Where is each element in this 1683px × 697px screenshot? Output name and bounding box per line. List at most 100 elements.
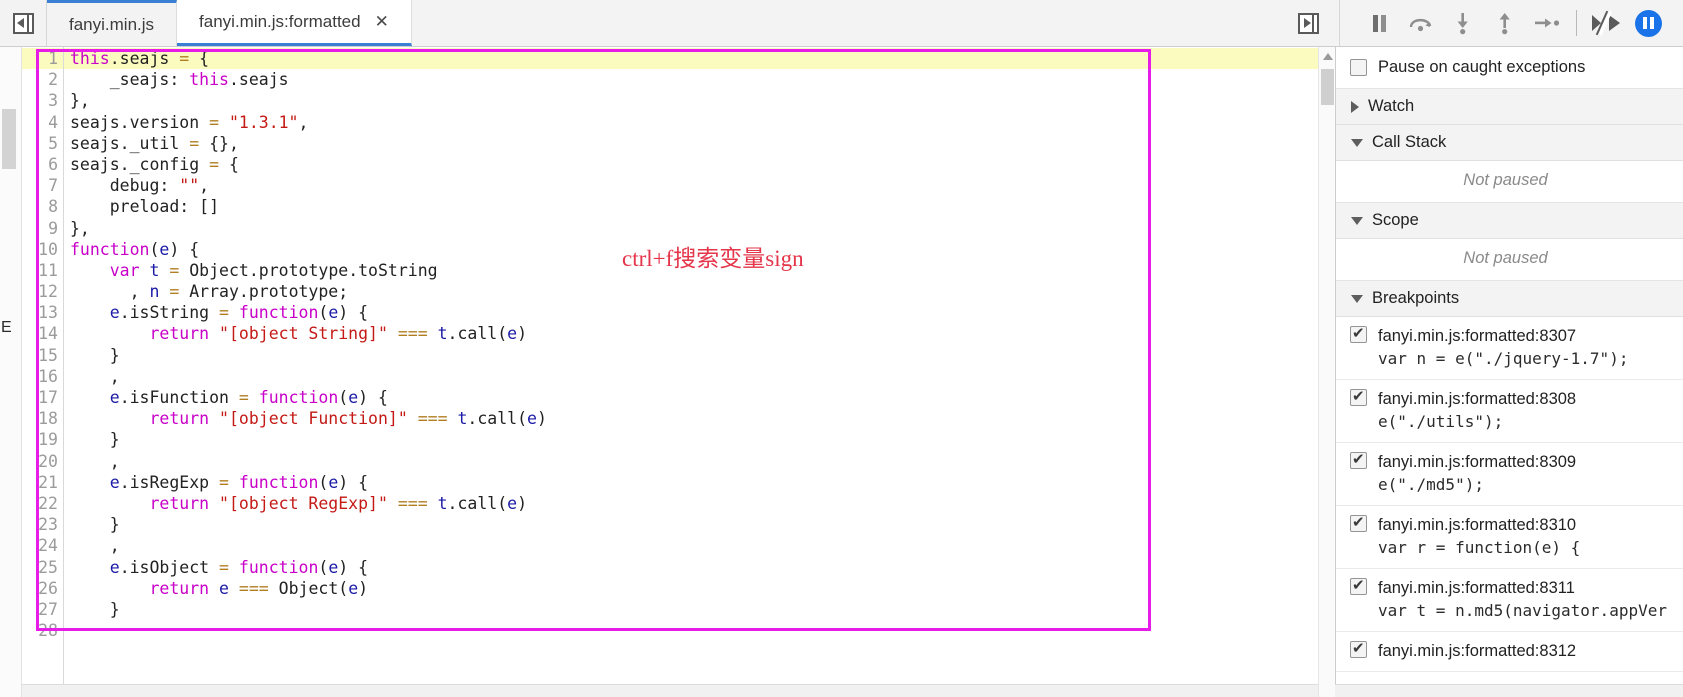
step-button[interactable]: [1526, 1, 1568, 45]
line-number[interactable]: 8: [22, 196, 63, 217]
breakpoint-checkbox[interactable]: [1350, 324, 1367, 343]
code-line[interactable]: seajs.version = "1.3.1",: [64, 112, 1335, 133]
code-line[interactable]: return "[object RegExp]" === t.call(e): [64, 493, 1335, 514]
line-number[interactable]: 2: [22, 69, 63, 90]
line-number[interactable]: 24: [22, 535, 63, 556]
code-line[interactable]: },: [64, 218, 1335, 239]
code-line[interactable]: debug: "",: [64, 175, 1335, 196]
resume-pause-button[interactable]: [1358, 1, 1400, 45]
sidebar-section-breakpoints[interactable]: Breakpoints: [1336, 281, 1683, 317]
code-content[interactable]: this.seajs = { _seajs: this.seajs}, seajs…: [64, 47, 1335, 697]
code-line[interactable]: _seajs: this.seajs: [64, 69, 1335, 90]
line-number[interactable]: 5: [22, 133, 63, 154]
line-number[interactable]: 17: [22, 387, 63, 408]
code-line[interactable]: }: [64, 429, 1335, 450]
line-number[interactable]: 14: [22, 323, 63, 344]
editor-scrollbar-thumb[interactable]: [1321, 69, 1334, 105]
code-line[interactable]: e.isFunction = function(e) {: [64, 387, 1335, 408]
code-line[interactable]: seajs._config = {: [64, 154, 1335, 175]
line-number[interactable]: 3: [22, 90, 63, 111]
step-into-button[interactable]: [1442, 1, 1484, 45]
code-line[interactable]: },: [64, 90, 1335, 111]
code-line[interactable]: e.isString = function(e) {: [64, 302, 1335, 323]
breakpoint-snippet: var t = n.md5(navigator.appVer: [1378, 601, 1667, 620]
tab-fanyi-min-js-formatted[interactable]: fanyi.min.js:formatted ✕: [177, 0, 412, 46]
breakpoint-item[interactable]: fanyi.min.js:formatted:8312: [1336, 632, 1683, 672]
line-number[interactable]: 7: [22, 175, 63, 196]
line-number[interactable]: 6: [22, 154, 63, 175]
code-line[interactable]: }: [64, 599, 1335, 620]
annotation-text: ctrl+f搜索变量sign: [622, 246, 804, 271]
navigator-toggle-button[interactable]: [0, 0, 47, 46]
line-number[interactable]: 10: [22, 239, 63, 260]
line-number[interactable]: 1: [22, 48, 63, 70]
sidebar-section-call-stack[interactable]: Call Stack: [1336, 125, 1683, 161]
toolbar-divider: [1576, 10, 1577, 36]
pause-on-exceptions-button[interactable]: [1627, 1, 1669, 45]
deactivate-breakpoints-button[interactable]: [1585, 1, 1627, 45]
close-icon[interactable]: ✕: [375, 13, 389, 30]
line-number[interactable]: 13: [22, 302, 63, 323]
navigator-collapsed-rail[interactable]: E: [0, 47, 22, 697]
breakpoint-snippet: e("./utils");: [1378, 412, 1504, 431]
line-number[interactable]: 22: [22, 493, 63, 514]
source-editor[interactable]: 1 2 3 4 5 6 7 8 9 10 11 12 13 14 15 16 17 18 19 20 21 22 23 24 2…: [22, 47, 1335, 697]
code-line[interactable]: e.isRegExp = function(e) {: [64, 472, 1335, 493]
sidebar-toggle-button[interactable]: [1278, 0, 1340, 46]
breakpoint-location: fanyi.min.js:formatted:8308: [1378, 390, 1577, 408]
scroll-up-arrow-icon[interactable]: [1323, 53, 1333, 60]
breakpoint-checkbox[interactable]: [1350, 513, 1367, 532]
breakpoint-checkbox[interactable]: [1350, 387, 1367, 406]
code-line[interactable]: seajs._util = {},: [64, 133, 1335, 154]
line-number[interactable]: 9: [22, 218, 63, 239]
line-number[interactable]: 20: [22, 451, 63, 472]
breakpoint-checkbox[interactable]: [1350, 639, 1367, 658]
code-line[interactable]: return e === Object(e): [64, 578, 1335, 599]
code-line[interactable]: ,: [64, 535, 1335, 556]
step-out-button[interactable]: [1484, 1, 1526, 45]
pause-on-caught-exceptions-row[interactable]: Pause on caught exceptions: [1336, 47, 1683, 89]
line-number[interactable]: 21: [22, 472, 63, 493]
pause-on-caught-exceptions-checkbox[interactable]: [1350, 59, 1367, 76]
rail-scrollbar-thumb[interactable]: [2, 109, 16, 169]
line-number[interactable]: 11: [22, 260, 63, 281]
sidebar-section-scope[interactable]: Scope: [1336, 203, 1683, 239]
code-line[interactable]: e.isObject = function(e) {: [64, 557, 1335, 578]
line-number-gutter[interactable]: 1 2 3 4 5 6 7 8 9 10 11 12 13 14 15 16 17 18 19 20 21 22 23 24 2…: [22, 47, 64, 697]
line-number[interactable]: 27: [22, 599, 63, 620]
line-number[interactable]: 12: [22, 281, 63, 302]
breakpoint-item[interactable]: fanyi.min.js:formatted:8307 var n = e("./…: [1336, 317, 1683, 380]
step-over-button[interactable]: [1400, 1, 1442, 45]
code-line[interactable]: }: [64, 514, 1335, 535]
line-number[interactable]: 26: [22, 578, 63, 599]
line-number[interactable]: 25: [22, 557, 63, 578]
breakpoint-checkbox[interactable]: [1350, 450, 1367, 469]
code-line[interactable]: ,: [64, 366, 1335, 387]
line-number[interactable]: 16: [22, 366, 63, 387]
line-number[interactable]: 18: [22, 408, 63, 429]
line-number[interactable]: 19: [22, 429, 63, 450]
breakpoint-item[interactable]: fanyi.min.js:formatted:8310 var r = funct…: [1336, 506, 1683, 569]
code-line[interactable]: this.seajs = {: [64, 48, 1335, 70]
code-line[interactable]: }: [64, 345, 1335, 366]
line-number[interactable]: 4: [22, 112, 63, 133]
code-line[interactable]: preload: []: [64, 196, 1335, 217]
breakpoint-checkbox[interactable]: [1350, 576, 1367, 595]
code-line[interactable]: return "[object String]" === t.call(e): [64, 323, 1335, 344]
code-line[interactable]: [64, 620, 1335, 641]
breakpoint-item[interactable]: fanyi.min.js:formatted:8309 e("./md5");: [1336, 443, 1683, 506]
code-line[interactable]: return "[object Function]" === t.call(e): [64, 408, 1335, 429]
breakpoint-texts: fanyi.min.js:formatted:8309 e("./md5");: [1378, 452, 1576, 496]
tab-list: fanyi.min.js fanyi.min.js:formatted ✕: [47, 0, 412, 46]
line-number[interactable]: 23: [22, 514, 63, 535]
code-line[interactable]: ,: [64, 451, 1335, 472]
code-line[interactable]: , n = Array.prototype;: [64, 281, 1335, 302]
line-number[interactable]: 15: [22, 345, 63, 366]
editor-scrollbar[interactable]: [1318, 47, 1335, 697]
tab-fanyi-min-js[interactable]: fanyi.min.js: [47, 0, 178, 46]
line-number[interactable]: 28: [22, 620, 63, 641]
sidebar-section-watch[interactable]: Watch: [1336, 89, 1683, 125]
rail-label: E: [1, 319, 12, 336]
breakpoint-item[interactable]: fanyi.min.js:formatted:8308 e("./utils");: [1336, 380, 1683, 443]
breakpoint-item[interactable]: fanyi.min.js:formatted:8311 var t = n.md5…: [1336, 569, 1683, 632]
